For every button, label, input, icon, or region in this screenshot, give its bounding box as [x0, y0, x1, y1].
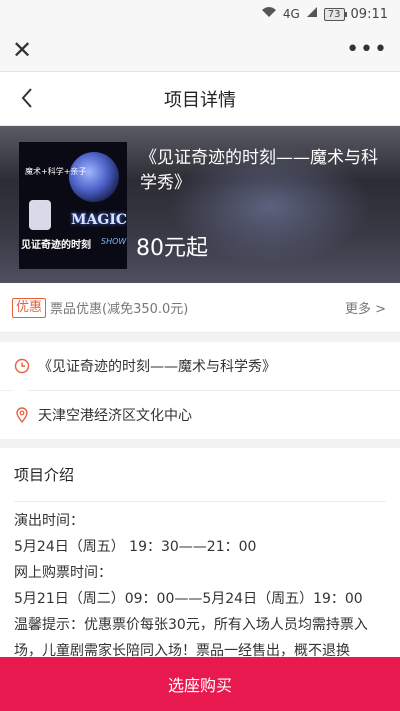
- intro-body: 演出时间： 5月24日（周五） 19：30——21：00 网上购票时间： 5月2…: [14, 502, 386, 664]
- webview-toolbar: ✕ •••: [0, 28, 400, 72]
- signal-icon: [306, 6, 318, 22]
- discount-row[interactable]: 优惠 票品优惠(减免350.0元) 更多 >: [0, 283, 400, 333]
- show-hero-banner: 魔术+科学+亲子 MAGIC 见证奇迹的时刻 SHOW 《见证奇迹的时刻——魔术…: [0, 126, 400, 283]
- poster-show-text: SHOW: [101, 237, 127, 246]
- select-seat-buy-button[interactable]: 选座购买: [0, 657, 400, 711]
- nav-bar: 项目详情: [0, 72, 400, 126]
- more-discounts-link[interactable]: 更多 >: [345, 298, 386, 317]
- intro-line: 5月24日（周五） 19：30——21：00: [14, 539, 257, 555]
- poster-magic-text: MAGIC: [71, 212, 127, 228]
- section-gap: [0, 439, 400, 448]
- venue-name: 天津空港经济区文化中心: [38, 408, 192, 424]
- status-bar: 4G 73 09:11: [0, 0, 400, 28]
- section-gap: [0, 333, 400, 342]
- location-pin-icon: [14, 407, 30, 424]
- close-icon[interactable]: ✕: [10, 36, 34, 64]
- more-menu-icon[interactable]: •••: [346, 37, 388, 62]
- show-title: 《见证奇迹的时刻——魔术与科学秀》: [140, 148, 378, 193]
- show-poster-image[interactable]: 魔术+科学+亲子 MAGIC 见证奇迹的时刻 SHOW: [19, 142, 127, 269]
- discount-text: 票品优惠(减免350.0元): [50, 302, 189, 317]
- show-price: 80元起: [136, 236, 208, 261]
- event-name: 《见证奇迹的时刻——魔术与科学秀》: [38, 359, 276, 375]
- event-time-row: 《见证奇迹的时刻——魔术与科学秀》: [0, 342, 400, 390]
- back-arrow-icon[interactable]: [16, 86, 40, 110]
- network-label: 4G: [282, 7, 300, 21]
- battery-indicator: 73: [323, 7, 345, 21]
- poster-tagline: 魔术+科学+亲子: [25, 167, 87, 176]
- poster-figure: [29, 200, 51, 230]
- venue-row[interactable]: 天津空港经济区文化中心: [0, 391, 400, 439]
- intro-line: 网上购票时间：: [14, 565, 112, 581]
- discount-badge: 优惠: [12, 297, 47, 318]
- page-title: 项目详情: [164, 89, 236, 111]
- intro-heading: 项目介绍: [14, 448, 386, 502]
- poster-moon: [69, 152, 119, 202]
- wifi-icon: [261, 6, 277, 22]
- poster-cn-title: 见证奇迹的时刻: [21, 240, 91, 251]
- intro-line: 演出时间：: [14, 513, 84, 529]
- clock-icon: [14, 358, 30, 374]
- clock: 09:11: [350, 6, 388, 22]
- intro-line: 5月21日（周二）09：00——5月24日（周五）19：00: [14, 591, 363, 607]
